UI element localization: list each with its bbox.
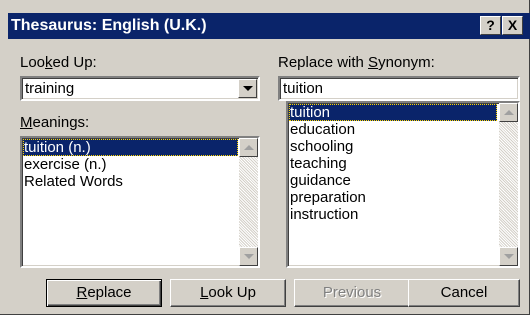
meaning-list-item[interactable]: exercise (n.)	[23, 156, 238, 173]
cancel-button[interactable]: Cancel	[408, 279, 520, 307]
synonym-list-item[interactable]: instruction	[289, 206, 497, 223]
look-up-button[interactable]: Look Up	[170, 279, 286, 307]
close-button[interactable]: X	[502, 16, 523, 35]
meaning-list-item[interactable]: tuition (n.)	[23, 139, 238, 156]
scroll-down-arrow-icon	[504, 254, 514, 259]
meanings-list: tuition (n.) exercise (n.) Related Words	[23, 139, 238, 190]
looked-up-combobox[interactable]: training	[20, 76, 260, 101]
meanings-listbox[interactable]: tuition (n.) exercise (n.) Related Words	[20, 136, 260, 268]
synonym-list-item[interactable]: schooling	[289, 138, 497, 155]
looked-up-value: training	[25, 80, 75, 97]
synonyms-scrollbar[interactable]	[499, 103, 518, 266]
looked-up-dropdown-button[interactable]	[238, 79, 257, 98]
title-bar[interactable]: Thesaurus: English (U.K.) ? X	[8, 13, 530, 39]
meaning-list-item[interactable]: Related Words	[23, 173, 238, 190]
previous-button[interactable]: Previous	[294, 279, 410, 307]
synonyms-list: tuition education schooling teaching guidanc…	[289, 104, 497, 223]
synonyms-scroll-down-button[interactable]	[499, 247, 518, 266]
synonym-list-item[interactable]: preparation	[289, 189, 497, 206]
replace-with-synonym-value: tuition	[283, 80, 324, 97]
scroll-up-arrow-icon	[244, 145, 254, 150]
looked-up-label: Looked Up:	[20, 54, 97, 71]
chevron-down-icon	[243, 86, 253, 91]
help-button[interactable]: ?	[480, 16, 501, 35]
meanings-scrollbar[interactable]	[239, 138, 258, 266]
replace-with-synonym-label: Replace with Synonym:	[278, 54, 435, 71]
replace-with-synonym-input[interactable]: tuition	[278, 76, 520, 101]
synonym-list-item[interactable]: teaching	[289, 155, 497, 172]
synonyms-scroll-up-button[interactable]	[499, 103, 518, 122]
meanings-label: Meanings:	[20, 114, 90, 131]
meanings-scroll-down-button[interactable]	[239, 247, 258, 266]
synonym-list-item[interactable]: tuition	[289, 104, 497, 121]
replace-button[interactable]: Replace	[46, 279, 162, 307]
window-title: Thesaurus: English (U.K.)	[11, 17, 207, 34]
synonym-list-item[interactable]: guidance	[289, 172, 497, 189]
synonym-list-item[interactable]: education	[289, 121, 497, 138]
synonyms-listbox[interactable]: tuition education schooling teaching guidanc…	[286, 101, 520, 268]
meanings-scroll-up-button[interactable]	[239, 138, 258, 157]
thesaurus-dialog: Thesaurus: English (U.K.) ? X Looked Up:…	[0, 0, 530, 315]
scroll-up-arrow-icon	[504, 110, 514, 115]
scroll-down-arrow-icon	[244, 254, 254, 259]
